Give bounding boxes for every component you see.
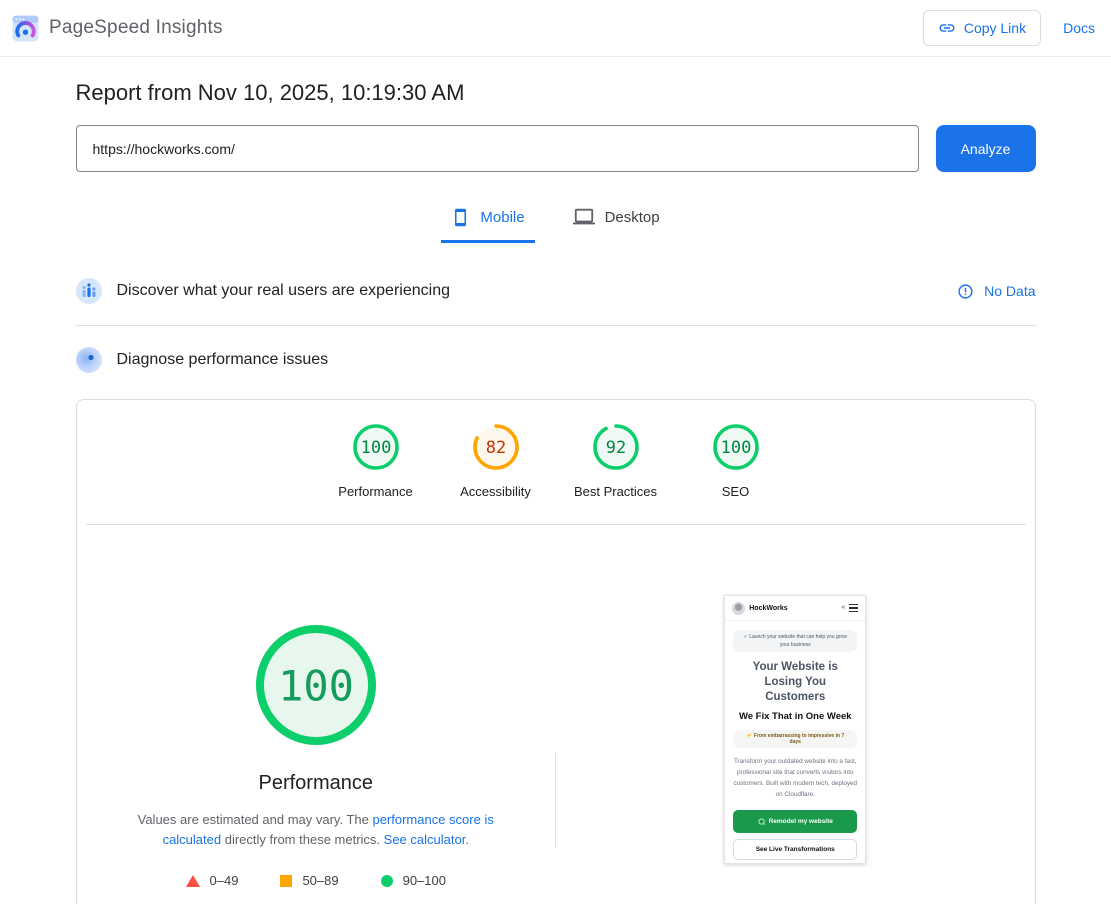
copy-link-label: Copy Link	[964, 20, 1026, 36]
score-label: Accessibility	[460, 484, 531, 499]
thumb-site-body: ✓ Launch your website that can help you …	[725, 621, 865, 864]
app-title: PageSpeed Insights	[49, 17, 223, 39]
discover-section-row: Discover what your real users are experi…	[76, 257, 1036, 326]
tab-desktop[interactable]: Desktop	[563, 198, 670, 243]
performance-gauge-section: 100 Performance Values are estimated and…	[77, 525, 1035, 888]
app-header: PageSpeed Insights Copy Link Docs	[0, 0, 1111, 57]
legend-range: 90–100	[403, 873, 446, 888]
analyze-button[interactable]: Analyze	[936, 125, 1036, 172]
score-legend: 0–49 50–89 90–100	[186, 873, 446, 888]
svg-text:100: 100	[360, 438, 391, 458]
diagnose-section-row: Diagnose performance issues	[76, 326, 1036, 394]
report-heading: Report from Nov 10, 2025, 10:19:30 AM	[76, 80, 1036, 106]
thumb-subheadline: We Fix That in One Week	[733, 711, 857, 722]
performance-gauge: 100	[256, 625, 376, 745]
svg-text:92: 92	[605, 438, 625, 458]
desktop-laptop-icon	[573, 206, 595, 228]
gauge-title: Performance	[259, 772, 374, 795]
docs-link[interactable]: Docs	[1063, 20, 1095, 36]
diagnose-icon	[76, 347, 102, 373]
pass-circle-icon	[381, 875, 393, 887]
disclaimer-text: directly from these metrics.	[221, 832, 384, 847]
real-users-icon	[76, 278, 102, 304]
thumb-site-logo	[732, 602, 745, 615]
score-label: Best Practices	[574, 484, 657, 499]
link-icon	[938, 19, 956, 37]
disclaimer-text: Values are estimated and may vary. The	[138, 812, 373, 827]
gauge-column: 100 Performance Values are estimated and…	[77, 595, 556, 888]
thumb-site-header: HockWorks «	[725, 596, 865, 621]
average-square-icon	[280, 875, 292, 887]
metrics-row: METRICS Expand view	[77, 888, 1035, 904]
thumb-headline: Your Website is Losing You Customers	[733, 660, 857, 705]
thumb-close-icon: «	[841, 604, 845, 611]
tab-mobile[interactable]: Mobile	[441, 198, 534, 243]
url-input[interactable]	[76, 125, 919, 172]
legend-range: 50–89	[302, 873, 338, 888]
page-screenshot-thumbnail[interactable]: HockWorks « ✓ Launch your website that c…	[724, 595, 866, 864]
chat-icon	[758, 818, 765, 825]
thumb-site-brand: HockWorks	[749, 605, 787, 612]
score-gauge-performance[interactable]: 100 Performance	[328, 423, 424, 499]
pagespeed-logo-icon	[12, 15, 39, 42]
score-disclaimer: Values are estimated and may vary. The p…	[120, 810, 512, 850]
thumb-primary-cta: Remodel my website	[733, 810, 857, 833]
device-tabs: Mobile Desktop	[76, 198, 1036, 243]
legend-item-pass: 90–100	[381, 873, 446, 888]
legend-item-average: 50–89	[280, 873, 338, 888]
thumb-body-text: Transform your outdated website into a f…	[733, 756, 857, 800]
score-gauge-accessibility[interactable]: 82 Accessibility	[448, 423, 544, 499]
tab-desktop-label: Desktop	[605, 209, 660, 226]
svg-text:100: 100	[278, 662, 354, 711]
score-label: Performance	[338, 484, 412, 499]
thumb-secondary-cta: See Live Transformations	[733, 839, 857, 860]
legend-range: 0–49	[210, 873, 239, 888]
fail-triangle-icon	[186, 875, 200, 887]
score-summary: 100 Performance 82 Accessibility 92 Bes	[77, 400, 1035, 524]
score-label: SEO	[722, 484, 749, 499]
copy-link-button[interactable]: Copy Link	[923, 10, 1041, 46]
score-gauge-best-practices[interactable]: 92 Best Practices	[568, 423, 664, 499]
url-row: Analyze	[76, 125, 1036, 172]
thumb-top-badge: ✓ Launch your website that can help you …	[733, 630, 857, 652]
see-calculator-link[interactable]: See calculator.	[384, 832, 469, 847]
svg-text:100: 100	[720, 438, 751, 458]
screenshot-column: HockWorks « ✓ Launch your website that c…	[556, 595, 1035, 888]
diagnose-section-title: Diagnose performance issues	[117, 351, 329, 369]
info-alert-icon	[957, 283, 974, 300]
no-data-label: No Data	[984, 283, 1035, 299]
thumb-menu-icon	[849, 604, 858, 612]
tab-mobile-label: Mobile	[480, 209, 524, 226]
lighthouse-report-card: 100 Performance 82 Accessibility 92 Bes	[76, 399, 1036, 904]
thumb-mid-badge: ⚡ From embarrassing to impressive in 7 d…	[733, 730, 857, 748]
svg-text:82: 82	[485, 438, 505, 458]
no-data-status[interactable]: No Data	[957, 283, 1035, 300]
mobile-phone-icon	[451, 208, 470, 227]
legend-item-fail: 0–49	[186, 873, 239, 888]
score-gauge-seo[interactable]: 100 SEO	[688, 423, 784, 499]
discover-section-title: Discover what your real users are experi…	[117, 282, 450, 300]
